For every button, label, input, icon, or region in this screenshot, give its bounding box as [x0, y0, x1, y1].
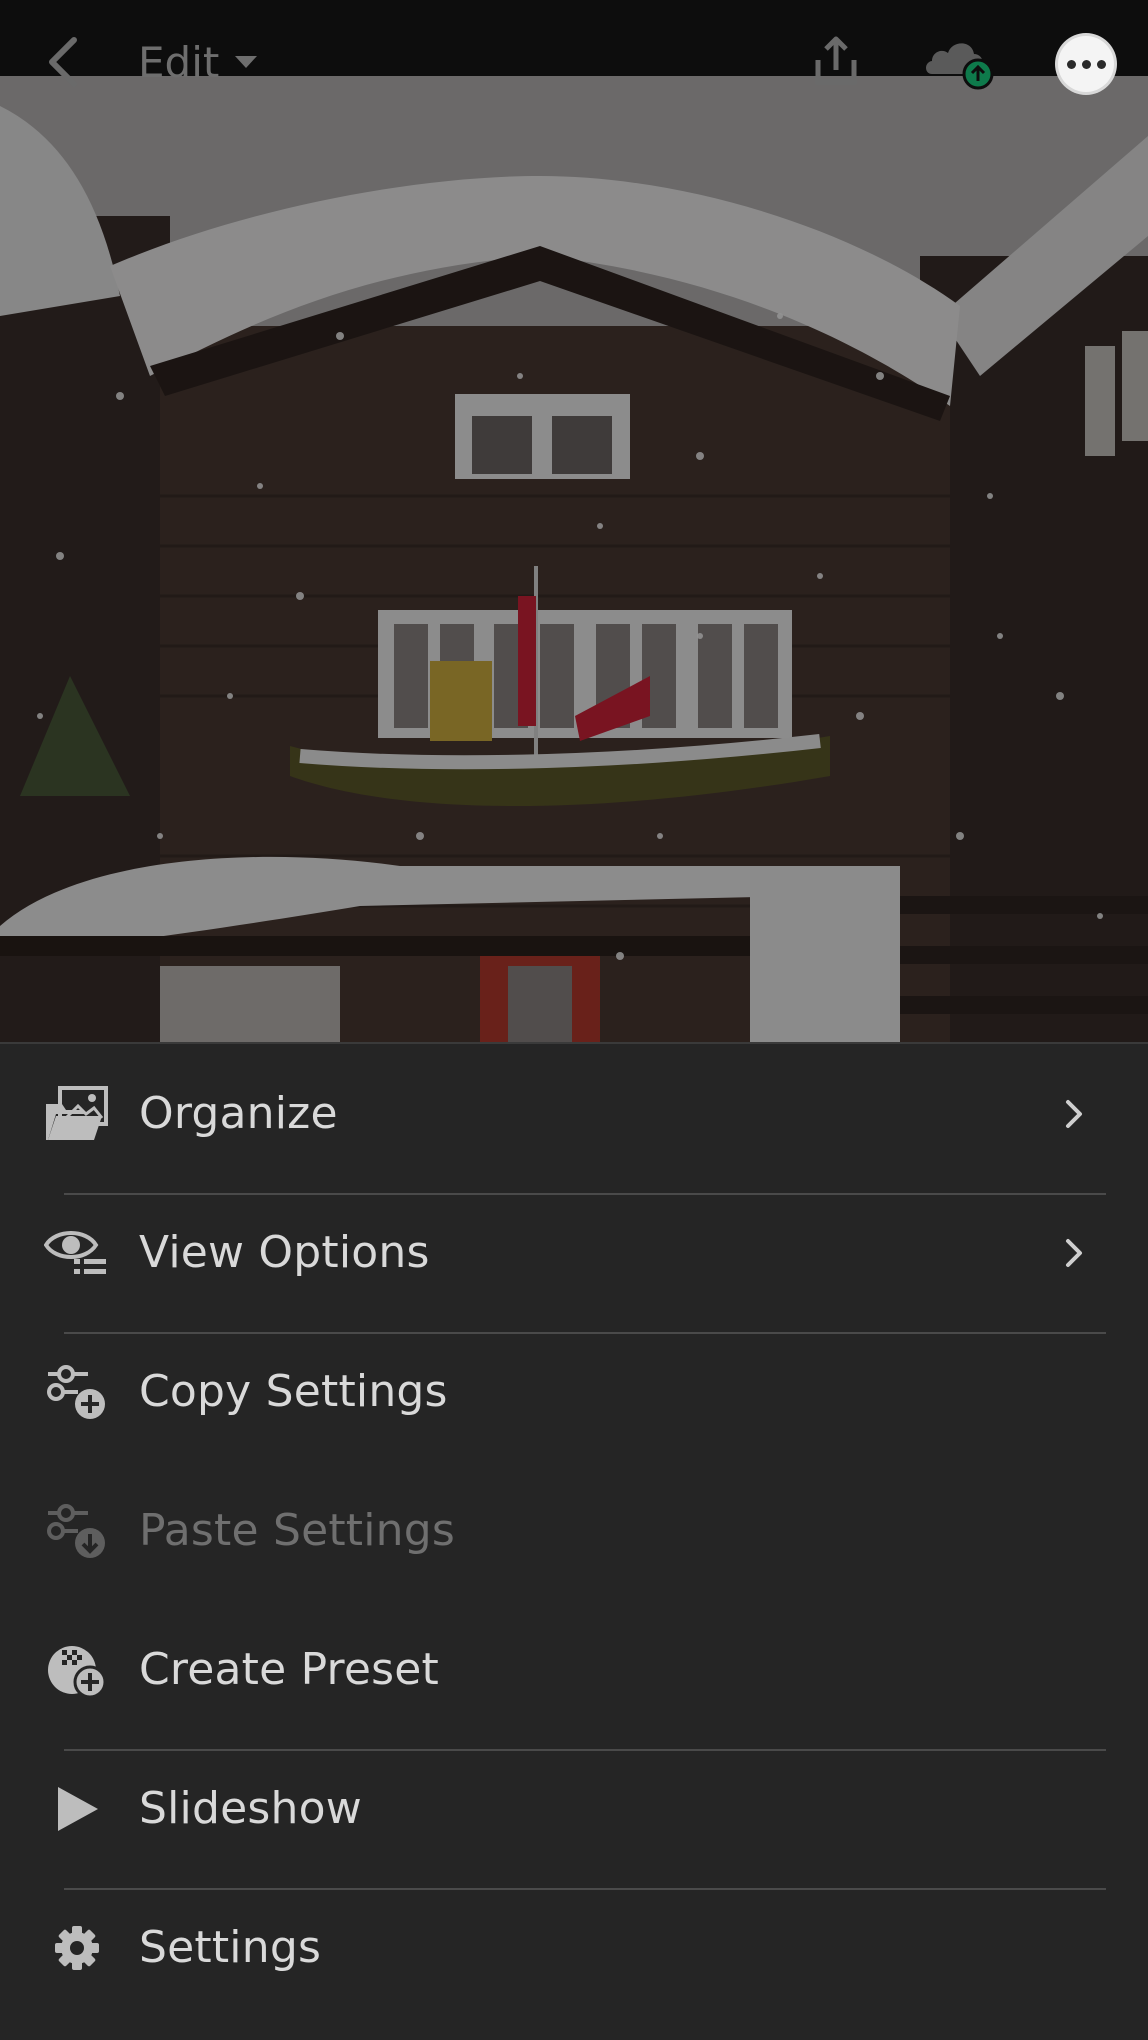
more-dot — [1066, 59, 1076, 69]
caret-down-icon — [235, 56, 258, 68]
copy-settings-icon — [44, 1359, 110, 1425]
top-app-bar: Edit — [0, 0, 1148, 92]
cloud-sync-button[interactable] — [922, 34, 1000, 90]
menu-item-label: Slideshow — [139, 1783, 362, 1834]
view-options-icon — [44, 1220, 110, 1286]
chevron-left-icon — [49, 37, 77, 87]
menu-item-organize[interactable]: Organize — [0, 1044, 1148, 1183]
menu-item-label: Settings — [139, 1922, 322, 1973]
share-button[interactable] — [808, 34, 864, 90]
app-screen: Edit Organize View Options Copy Settings… — [0, 0, 1148, 2040]
menu-item-label: View Options — [139, 1227, 430, 1278]
cloud-sync-icon — [926, 43, 994, 90]
more-dot — [1081, 59, 1091, 69]
menu-item-label: Create Preset — [139, 1644, 439, 1695]
menu-item-slideshow[interactable]: Slideshow — [0, 1739, 1148, 1878]
more-options-menu: Organize View Options Copy Settings Past… — [0, 1042, 1148, 2040]
mode-label: Edit — [138, 37, 220, 87]
photo-canvas — [0, 76, 1148, 1042]
menu-item-paste-settings: Paste Settings — [0, 1461, 1148, 1600]
organize-icon — [44, 1081, 110, 1147]
menu-item-view-options[interactable]: View Options — [0, 1183, 1148, 1322]
photo-dim-overlay — [0, 76, 1148, 1042]
create-preset-icon — [44, 1637, 110, 1703]
back-button[interactable] — [40, 32, 90, 92]
paste-settings-icon — [44, 1498, 110, 1564]
play-icon — [44, 1776, 110, 1842]
menu-item-label: Organize — [139, 1088, 338, 1139]
menu-item-label: Paste Settings — [139, 1505, 456, 1556]
more-dot — [1096, 59, 1106, 69]
chevron-right-icon — [1066, 1099, 1082, 1128]
mode-selector[interactable]: Edit — [138, 34, 259, 90]
menu-item-label: Copy Settings — [139, 1366, 448, 1417]
share-icon — [815, 36, 857, 85]
chevron-right-icon — [1066, 1238, 1082, 1267]
menu-item-copy-settings[interactable]: Copy Settings — [0, 1322, 1148, 1461]
menu-item-settings[interactable]: Settings — [0, 1878, 1148, 2017]
menu-item-create-preset[interactable]: Create Preset — [0, 1600, 1148, 1739]
more-options-button[interactable] — [1058, 36, 1114, 92]
gear-icon — [44, 1915, 110, 1981]
